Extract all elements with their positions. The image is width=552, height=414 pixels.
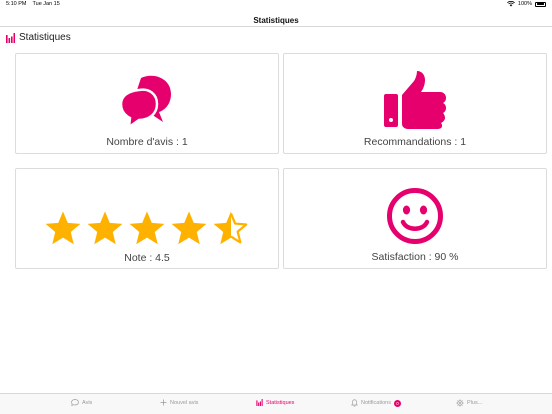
battery-icon xyxy=(535,1,546,7)
status-bar: 5:10 PM Tue Jan 15 100% xyxy=(0,0,552,10)
recommendations-label: Recommandations : 1 xyxy=(363,136,467,148)
bar-chart-icon xyxy=(6,32,15,43)
rating-card[interactable]: Note : 4.5 xyxy=(15,168,279,269)
reviews-count-label: Nombre d'avis : 1 xyxy=(106,136,188,148)
notifications-badge: 0 xyxy=(393,399,401,407)
page-title: Statistiques xyxy=(253,16,299,25)
section-header: Statistiques xyxy=(6,32,71,43)
app-screen: 5:10 PM Tue Jan 15 100% Statistiques Sta… xyxy=(0,0,552,414)
tab-label: Plus... xyxy=(467,400,483,406)
tab-label: Notifications xyxy=(361,400,391,406)
star-half-icon xyxy=(213,211,248,245)
star-full-icon xyxy=(87,211,123,245)
star-full-icon xyxy=(129,211,165,245)
smiley-icon xyxy=(387,188,443,244)
tab-notifications[interactable]: Notifications 0 xyxy=(351,399,401,407)
star-full-icon xyxy=(45,211,81,245)
stars-rating xyxy=(16,209,278,247)
navigation-bar: Statistiques xyxy=(0,10,552,27)
tab-statistiques[interactable]: Statistiques xyxy=(256,399,294,406)
rating-label: Note : 4.5 xyxy=(124,252,170,264)
battery-percent: 100% xyxy=(517,1,532,7)
status-time: 5:10 PM xyxy=(6,1,27,7)
tab-label: Avis xyxy=(82,399,93,406)
recommendations-card[interactable]: Recommandations : 1 xyxy=(283,53,547,154)
plus-icon xyxy=(160,399,167,406)
tab-label: Statistiques xyxy=(266,399,295,406)
bell-icon xyxy=(351,399,358,407)
satisfaction-label: Satisfaction : 90 % xyxy=(371,251,459,263)
wifi-icon xyxy=(507,1,515,7)
tab-plus[interactable]: Plus... xyxy=(456,399,482,407)
tab-avis[interactable]: Avis xyxy=(71,399,92,406)
gear-icon xyxy=(456,399,464,407)
thumbs-up-icon xyxy=(384,71,446,129)
section-title: Statistiques xyxy=(19,32,71,43)
bar-chart-icon xyxy=(256,399,263,406)
star-full-icon xyxy=(171,211,207,245)
speech-bubbles-icon xyxy=(119,75,171,128)
satisfaction-card[interactable]: Satisfaction : 90 % xyxy=(283,168,547,269)
status-date: Tue Jan 15 xyxy=(32,1,60,7)
chat-icon xyxy=(71,399,79,406)
tab-nouvel-avis[interactable]: Nouvel avis xyxy=(160,399,198,406)
tab-label: Nouvel avis xyxy=(170,399,199,406)
reviews-count-card[interactable]: Nombre d'avis : 1 xyxy=(15,53,279,154)
tab-bar: Avis Nouvel avis Statistiques Notificati… xyxy=(0,393,552,414)
